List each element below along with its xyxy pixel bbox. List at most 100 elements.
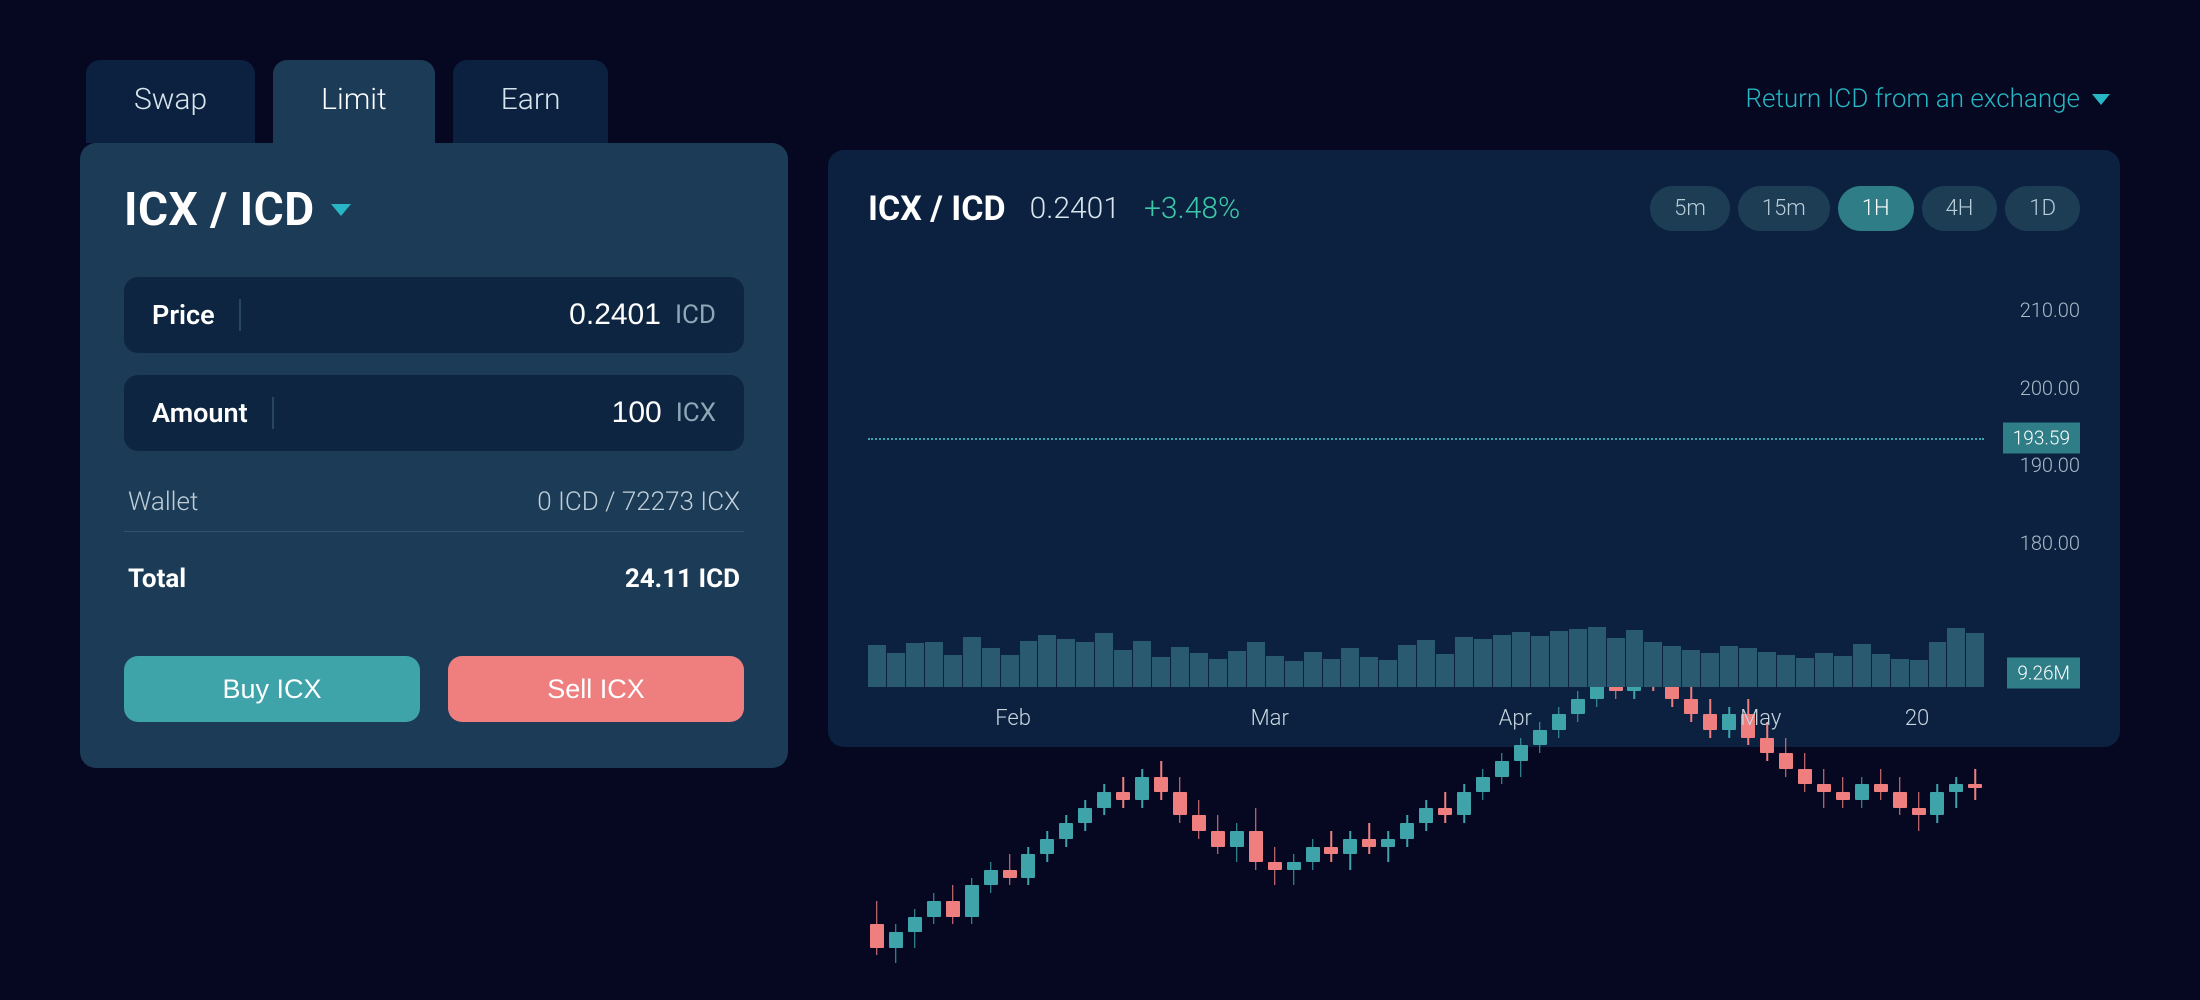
volume-bar bbox=[1853, 644, 1871, 687]
volume-bar bbox=[1607, 638, 1625, 687]
volume-bar bbox=[1247, 642, 1265, 687]
amount-label: Amount bbox=[152, 397, 274, 429]
volume-bar bbox=[868, 645, 886, 687]
price-chart[interactable]: Feb Mar Apr May 20 210.00 200.00 190.00 180.00 1… bbox=[868, 271, 2080, 731]
volume-bar bbox=[1872, 654, 1890, 687]
chart-price: 0.2401 bbox=[1030, 191, 1120, 226]
interval-15m[interactable]: 15m bbox=[1738, 186, 1830, 231]
interval-4h[interactable]: 4H bbox=[1922, 186, 1998, 231]
chart-panel: ICX / ICD 0.2401 +3.48% 5m15m1H4H1D Feb M… bbox=[828, 150, 2120, 747]
total-label: Total bbox=[128, 564, 186, 594]
volume-bar bbox=[1379, 660, 1397, 687]
price-label: Price bbox=[152, 299, 241, 331]
volume-bar bbox=[1569, 629, 1587, 687]
volume-bar bbox=[906, 643, 924, 687]
trade-tabs: Swap Limit Earn bbox=[80, 60, 788, 143]
current-price-line bbox=[868, 438, 1984, 440]
volume-bar bbox=[1114, 650, 1132, 687]
volume-bar bbox=[1910, 660, 1928, 687]
chevron-down-icon bbox=[2092, 94, 2110, 105]
volume-bar bbox=[1834, 656, 1852, 687]
volume-bar bbox=[1947, 628, 1965, 687]
volume-bar bbox=[1455, 637, 1473, 687]
volume-bar bbox=[1644, 642, 1662, 687]
volume-bar bbox=[1436, 654, 1454, 687]
volume-bar bbox=[1493, 635, 1511, 687]
volume-bar bbox=[1323, 659, 1341, 687]
volume-bar bbox=[1417, 640, 1435, 687]
volume-bar bbox=[1171, 647, 1189, 687]
interval-1d[interactable]: 1D bbox=[2005, 186, 2080, 231]
interval-1h[interactable]: 1H bbox=[1838, 186, 1914, 231]
volume-bar bbox=[887, 653, 905, 687]
volume-bar bbox=[963, 637, 981, 687]
amount-field[interactable]: Amount ICX bbox=[124, 375, 744, 451]
volume-bar bbox=[1095, 633, 1113, 687]
tab-limit[interactable]: Limit bbox=[273, 60, 435, 143]
tab-swap[interactable]: Swap bbox=[86, 60, 255, 143]
x-axis-tick: Apr bbox=[1499, 706, 1532, 731]
volume-bar bbox=[1285, 661, 1303, 687]
volume-bar bbox=[1815, 653, 1833, 687]
wallet-balance: Wallet 0 ICD / 72273 ICX bbox=[124, 473, 744, 532]
volume-bar bbox=[944, 655, 962, 687]
volume-bar bbox=[1720, 646, 1738, 687]
volume-bar bbox=[1682, 650, 1700, 687]
y-axis-tick: 190.00 bbox=[2020, 453, 2080, 477]
volume-bar bbox=[1001, 655, 1019, 687]
y-axis-tick: 210.00 bbox=[2020, 298, 2080, 322]
price-input[interactable] bbox=[241, 298, 661, 332]
sell-button[interactable]: Sell ICX bbox=[448, 656, 744, 722]
volume-bar bbox=[1398, 645, 1416, 687]
volume-bar bbox=[1966, 633, 1984, 687]
y-axis-tick: 200.00 bbox=[2020, 376, 2080, 400]
tab-earn[interactable]: Earn bbox=[453, 60, 609, 143]
wallet-value: 0 ICD / 72273 ICX bbox=[537, 487, 740, 517]
chevron-down-icon bbox=[331, 204, 351, 216]
chart-change: +3.48% bbox=[1144, 191, 1240, 226]
volume-bar bbox=[1550, 631, 1568, 687]
price-unit: ICD bbox=[675, 300, 716, 330]
volume-bar bbox=[1626, 630, 1644, 687]
volume-bar bbox=[1360, 657, 1378, 687]
volume-bar bbox=[1304, 652, 1322, 687]
buy-button[interactable]: Buy ICX bbox=[124, 656, 420, 722]
pair-selector[interactable]: ICX / ICD bbox=[124, 183, 744, 237]
y-axis-tick: 180.00 bbox=[2020, 531, 2080, 555]
volume-bar bbox=[1777, 655, 1795, 687]
volume-bar bbox=[1474, 639, 1492, 687]
volume-bar bbox=[1796, 658, 1814, 687]
price-field[interactable]: Price ICD bbox=[124, 277, 744, 353]
volume-bar bbox=[1341, 648, 1359, 687]
order-panel: ICX / ICD Price ICD Amount ICX Wallet 0 … bbox=[80, 143, 788, 768]
volume-bar bbox=[1891, 659, 1909, 687]
order-total: Total 24.11 ICD bbox=[124, 550, 744, 608]
current-price-badge: 193.59 bbox=[2003, 422, 2080, 453]
wallet-label: Wallet bbox=[128, 487, 198, 517]
x-axis-tick: Feb bbox=[995, 706, 1031, 731]
volume-bar bbox=[1152, 657, 1170, 687]
volume-bar bbox=[1190, 653, 1208, 687]
volume-bar bbox=[1228, 651, 1246, 687]
volume-bar bbox=[1588, 627, 1606, 687]
x-axis-tick: Mar bbox=[1251, 706, 1289, 731]
volume-bar bbox=[1701, 653, 1719, 687]
volume-bar bbox=[1512, 632, 1530, 687]
return-icd-link[interactable]: Return ICD from an exchange bbox=[1746, 84, 2111, 114]
volume-bar bbox=[982, 648, 1000, 687]
volume-bar bbox=[1076, 642, 1094, 687]
return-icd-label: Return ICD from an exchange bbox=[1746, 84, 2081, 114]
volume-bar bbox=[1266, 656, 1284, 687]
volume-bar bbox=[1758, 652, 1776, 687]
volume-bar bbox=[925, 642, 943, 687]
x-axis-tick: 20 bbox=[1905, 706, 1929, 731]
volume-bar bbox=[1929, 642, 1947, 687]
volume-badge: 9.26M bbox=[2007, 658, 2080, 689]
interval-5m[interactable]: 5m bbox=[1650, 186, 1730, 231]
x-axis-tick: May bbox=[1740, 706, 1781, 731]
volume-bar bbox=[1209, 659, 1227, 687]
volume-bar bbox=[1663, 646, 1681, 687]
amount-unit: ICX bbox=[676, 398, 716, 428]
chart-pair-label: ICX / ICD bbox=[868, 189, 1006, 229]
amount-input[interactable] bbox=[274, 396, 662, 430]
